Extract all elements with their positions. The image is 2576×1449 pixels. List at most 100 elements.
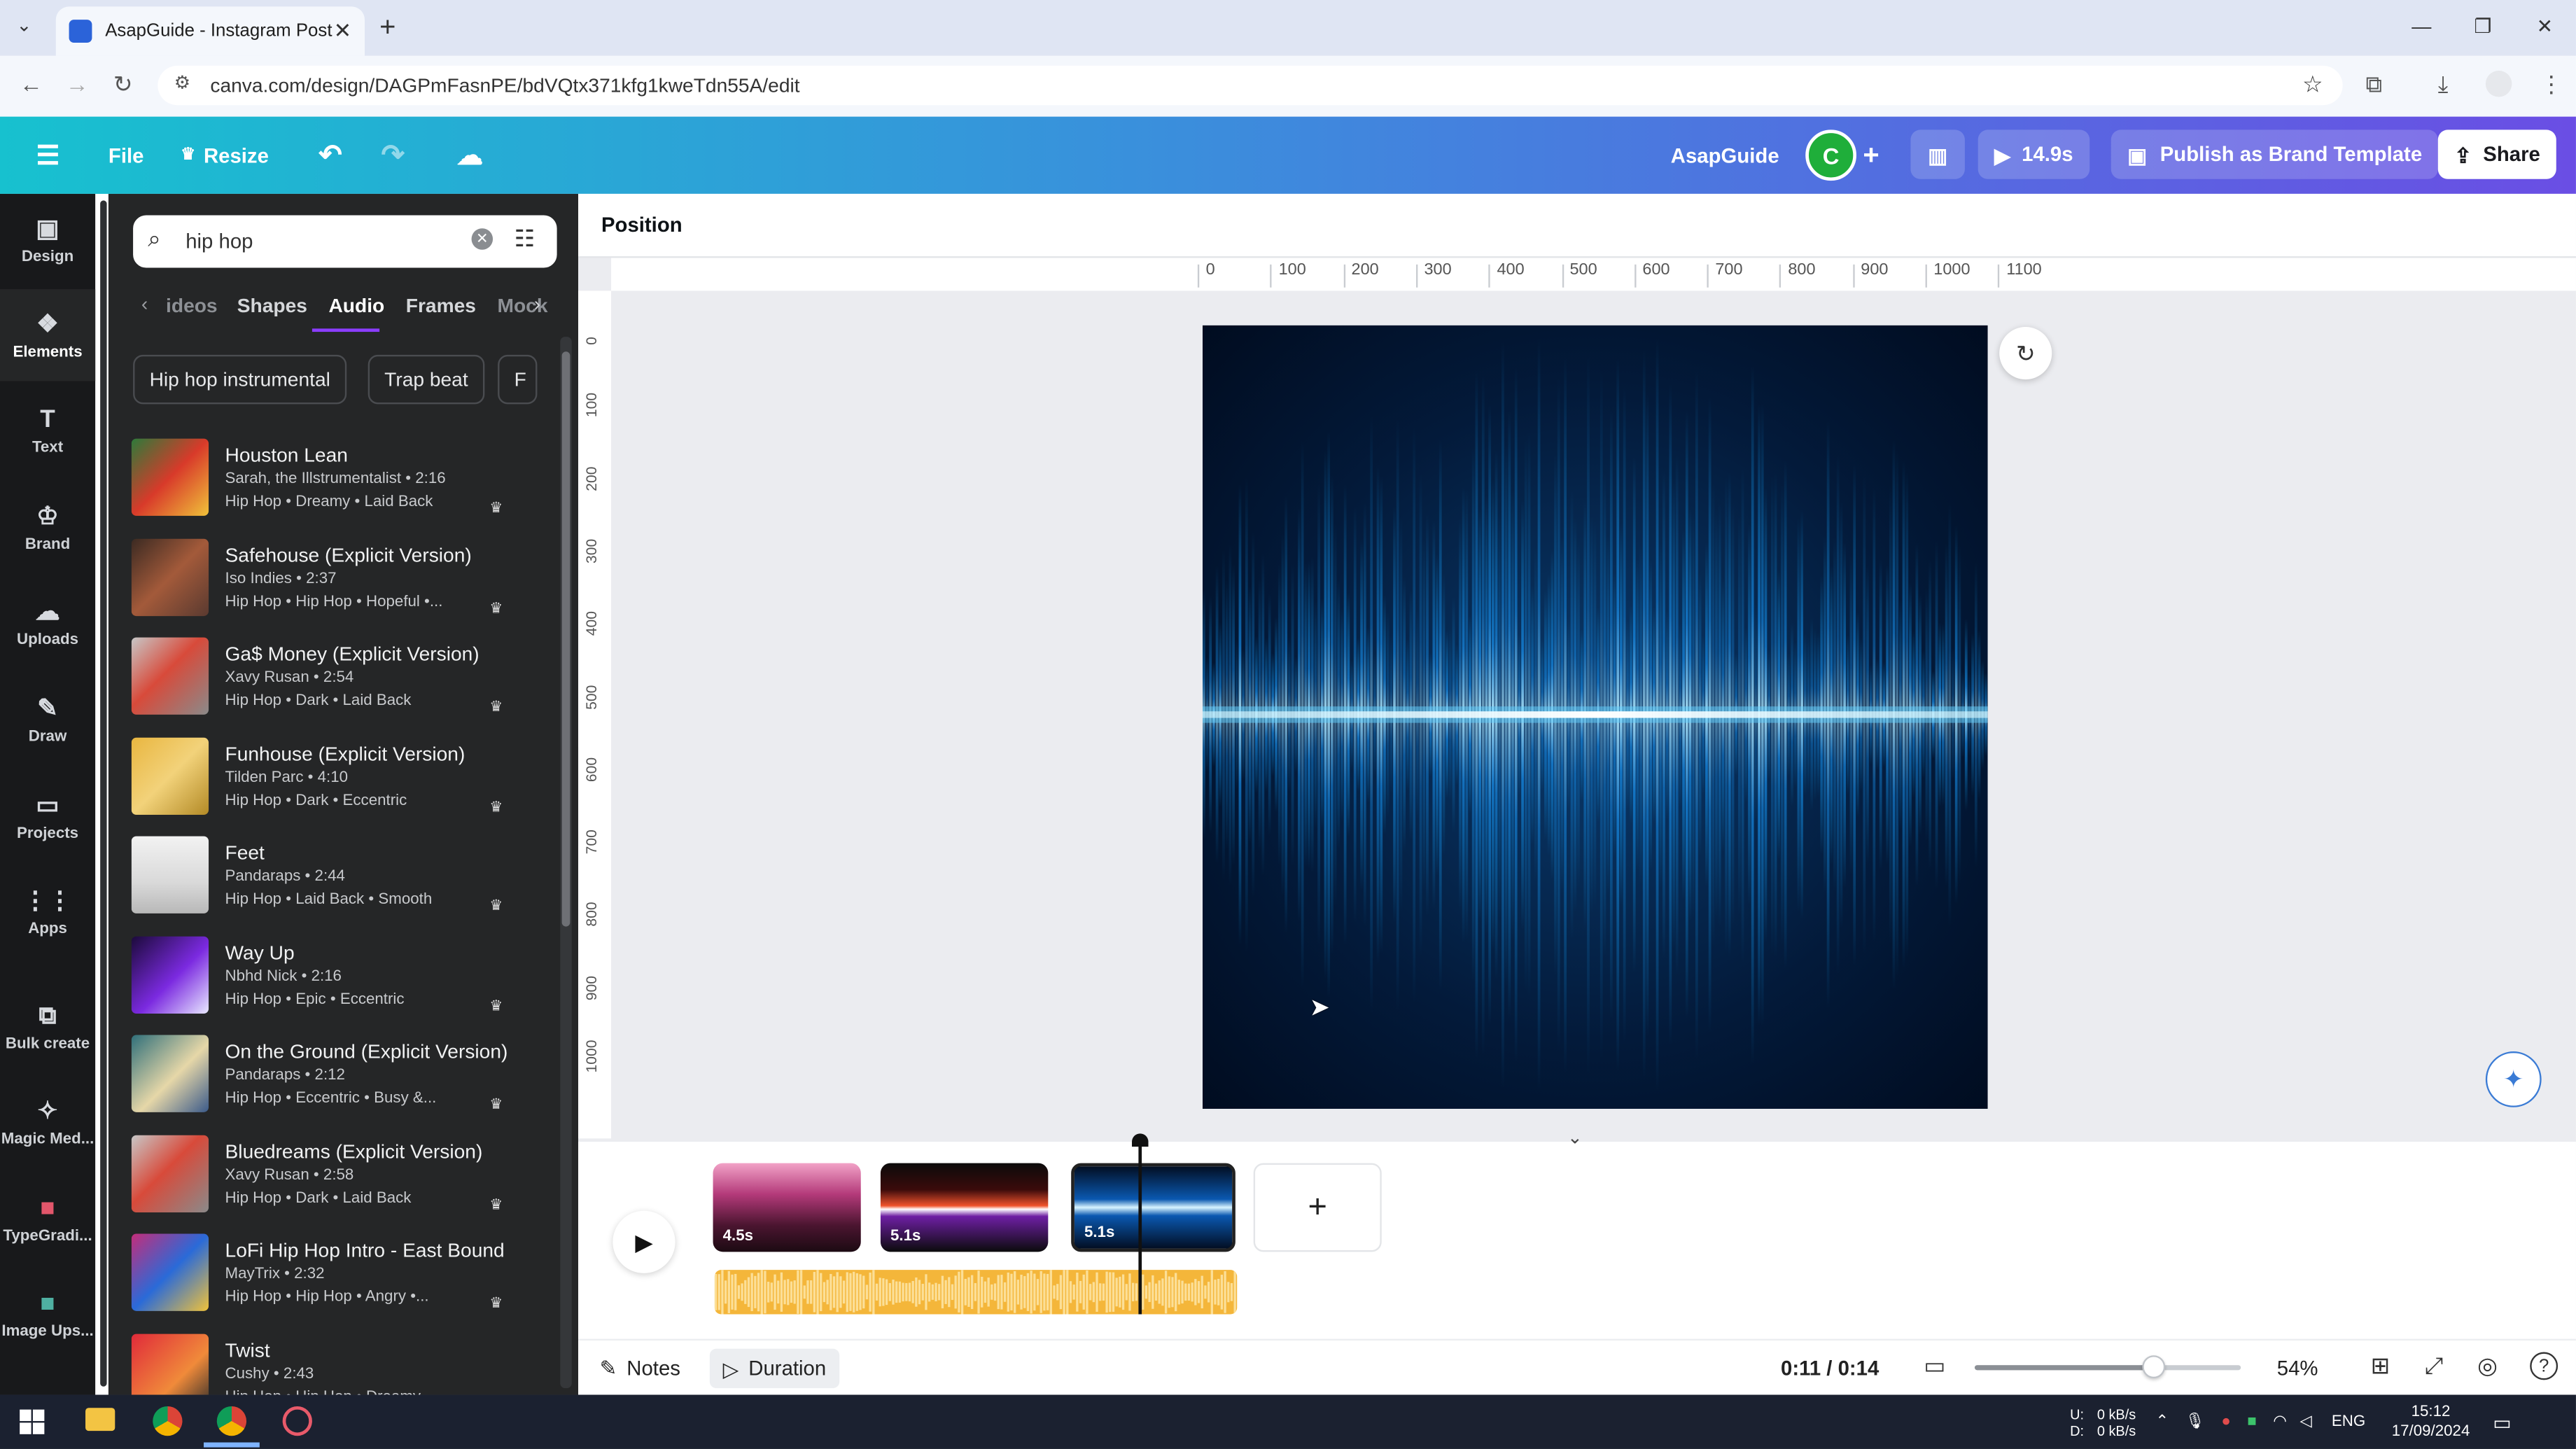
rail-item-brand[interactable]: ♔ Brand <box>0 482 95 573</box>
notifications-icon[interactable]: ▭ <box>2493 1410 2512 1434</box>
downloads-icon[interactable]: ⤓ <box>2438 71 2449 99</box>
tab-frames[interactable]: Frames <box>406 294 476 317</box>
audio-track-item[interactable]: Houston Lean Sarah, the Illstrumentalist … <box>131 438 545 534</box>
browser-tab[interactable]: AsapGuide - Instagram Post ✕ <box>55 6 365 56</box>
rail-item-uploads[interactable]: ☁ Uploads <box>0 577 95 668</box>
site-info-icon[interactable]: ⚙ <box>174 72 190 94</box>
search-input[interactable]: ⌕ hip hop ✕ ☷ <box>133 215 557 268</box>
main-menu-icon[interactable]: ☰ <box>36 117 60 194</box>
rail-item-typegradi[interactable]: ■ TypeGradi... <box>0 1173 95 1265</box>
timeline-clip-selected[interactable]: 5.1s <box>1071 1163 1236 1252</box>
comment-add-icon[interactable]: ↻ <box>1999 327 2052 380</box>
publish-brand-template-button[interactable]: ▣ Publish as Brand Template <box>2110 130 2439 179</box>
chip-more[interactable]: F <box>498 354 538 405</box>
rail-item-bulk-create[interactable]: ⧉ Bulk create <box>0 981 95 1072</box>
audio-track-item[interactable]: Bluedreams (Explicit Version) Xavy Rusan … <box>131 1134 545 1230</box>
close-tab-icon[interactable]: ✕ <box>334 18 352 45</box>
file-explorer-icon[interactable] <box>85 1408 115 1432</box>
tab-list-button[interactable]: ⌄ <box>16 15 31 36</box>
minimize-button[interactable]: — <box>2412 15 2431 38</box>
profile-icon[interactable] <box>2485 70 2512 97</box>
avatar[interactable]: C <box>1805 130 1856 181</box>
playhead[interactable] <box>1138 1144 1142 1315</box>
rail-item-apps[interactable]: ⋮⋮ Apps <box>0 866 95 958</box>
add-page-button[interactable]: + <box>1253 1163 1382 1252</box>
play-preview-button[interactable]: ▶ 14.9s <box>1977 130 2090 179</box>
record-icon[interactable]: ● <box>2221 1413 2230 1431</box>
chip-hip-hop-instrumental[interactable]: Hip hop instrumental <box>133 354 347 405</box>
grid-view-icon[interactable]: ⊞ <box>2371 1352 2390 1380</box>
chrome-icon[interactable] <box>153 1406 183 1436</box>
team-name[interactable]: AsapGuide <box>1671 117 1779 194</box>
position-button[interactable]: Position <box>601 214 682 237</box>
reload-icon[interactable]: ↻ <box>113 71 133 99</box>
extensions-icon[interactable]: ⧉ <box>2366 71 2382 99</box>
restore-button[interactable]: ❐ <box>2474 15 2491 38</box>
rail-item-image-ups[interactable]: ■ Image Ups... <box>0 1268 95 1360</box>
rail-item-draw[interactable]: ✎ Draw <box>0 673 95 765</box>
new-tab-button[interactable]: + <box>379 11 396 44</box>
tabs-scroll-left-icon[interactable]: ‹ <box>141 293 148 316</box>
microphone-icon[interactable]: 🎙 <box>2185 1413 2205 1431</box>
insights-button[interactable]: ▥ <box>1910 130 1965 179</box>
rail-item-elements[interactable]: ❖ Elements <box>0 289 96 382</box>
browser-menu-icon[interactable]: ⋮ <box>2540 71 2563 99</box>
zoom-level[interactable]: 54% <box>2277 1357 2318 1380</box>
show-hidden-icons-icon[interactable]: ⌃ <box>2155 1413 2169 1431</box>
page-view-icon[interactable]: ▭ <box>1924 1352 1945 1380</box>
rail-item-design[interactable]: ▣ Design <box>0 194 95 286</box>
audio-track-item[interactable]: Twist Cushy • 2:43 Hip Hop • Hip Hop • Dre… <box>131 1333 545 1395</box>
magic-assistant-icon[interactable]: ✦ <box>2485 1051 2542 1107</box>
save-status-cloud-icon[interactable]: ☁ <box>456 117 483 194</box>
resize-button[interactable]: ♛ Resize <box>181 117 269 194</box>
file-menu[interactable]: File <box>108 117 144 194</box>
chrome-active-icon[interactable] <box>216 1406 247 1436</box>
rail-scrollbar[interactable] <box>100 200 107 1387</box>
url-field[interactable]: ⚙ canva.com/design/DAGPmFasnPE/bdVQtx371… <box>158 65 2343 106</box>
audio-track-item[interactable]: Funhouse (Explicit Version) Tilden Parc •… <box>131 736 545 832</box>
timeline-clip[interactable]: 5.1s <box>880 1163 1049 1252</box>
timeline-collapse-icon[interactable]: ⌄ <box>1567 1127 1583 1148</box>
filter-icon[interactable]: ☷ <box>514 225 535 253</box>
audio-track-item[interactable]: Feet Pandaraps • 2:44 Hip Hop • Laid Back … <box>131 836 545 932</box>
panel-scroll-thumb[interactable] <box>561 351 570 927</box>
tab-shapes[interactable]: Shapes <box>237 294 307 317</box>
tabs-scroll-right-icon[interactable]: › <box>534 293 540 316</box>
app-icon[interactable] <box>282 1406 312 1436</box>
undo-icon[interactable]: ↶ <box>318 117 342 194</box>
windows-start-icon[interactable] <box>20 1409 45 1434</box>
audio-track-item[interactable]: LoFi Hip Hop Intro - East Bound MayTrix •… <box>131 1233 545 1329</box>
audio-track[interactable] <box>714 1270 1238 1315</box>
language-indicator[interactable]: ENG <box>2332 1413 2365 1431</box>
audio-track-item[interactable]: Ga$ Money (Explicit Version) Xavy Rusan •… <box>131 637 545 733</box>
bookmark-star-icon[interactable]: ☆ <box>2302 71 2323 99</box>
timeline-clip[interactable]: 4.5s <box>713 1163 861 1252</box>
audio-track-item[interactable]: Safehouse (Explicit Version) Iso Indies •… <box>131 538 545 634</box>
rail-item-magic-med[interactable]: ✧ Magic Med... <box>0 1076 95 1168</box>
invite-plus-icon[interactable]: + <box>1863 117 1879 194</box>
tab-audio[interactable]: Audio <box>328 294 384 317</box>
audio-track-item[interactable]: Way Up Nbhd Nick • 2:16 Hip Hop • Epic • E… <box>131 935 545 1031</box>
audio-track-item[interactable]: On the Ground (Explicit Version) Pandarap… <box>131 1035 545 1130</box>
help-icon[interactable]: ? <box>2530 1352 2558 1380</box>
forward-icon[interactable]: → <box>66 71 89 97</box>
notes-button[interactable]: ✎ Notes <box>600 1355 680 1380</box>
close-window-button[interactable]: ✕ <box>2537 15 2554 38</box>
zoom-slider-track[interactable] <box>1974 1355 2241 1379</box>
design-page[interactable] <box>1202 325 1988 1110</box>
clear-search-icon[interactable]: ✕ <box>471 228 493 250</box>
volume-icon[interactable]: ◁ <box>2300 1413 2312 1431</box>
timeline-play-button[interactable]: ▶ <box>612 1210 676 1273</box>
rail-item-projects[interactable]: ▭ Projects <box>0 771 95 862</box>
clock[interactable]: 15:12 17/09/2024 <box>2392 1402 2470 1441</box>
tab-videos[interactable]: ideos <box>166 294 218 317</box>
check-icon[interactable]: ◎ <box>2477 1352 2498 1380</box>
share-button[interactable]: ⇪ Share <box>2437 130 2557 179</box>
rail-item-text[interactable]: T Text <box>0 384 95 476</box>
tray-app-icon[interactable]: ■ <box>2247 1413 2256 1431</box>
back-icon[interactable]: ← <box>20 71 43 97</box>
wifi-icon[interactable]: ◠ <box>2273 1413 2286 1431</box>
redo-icon[interactable]: ↷ <box>381 117 404 194</box>
fullscreen-icon[interactable]: ⤢ <box>2425 1352 2443 1380</box>
duration-button[interactable]: ▷ Duration <box>709 1348 839 1389</box>
